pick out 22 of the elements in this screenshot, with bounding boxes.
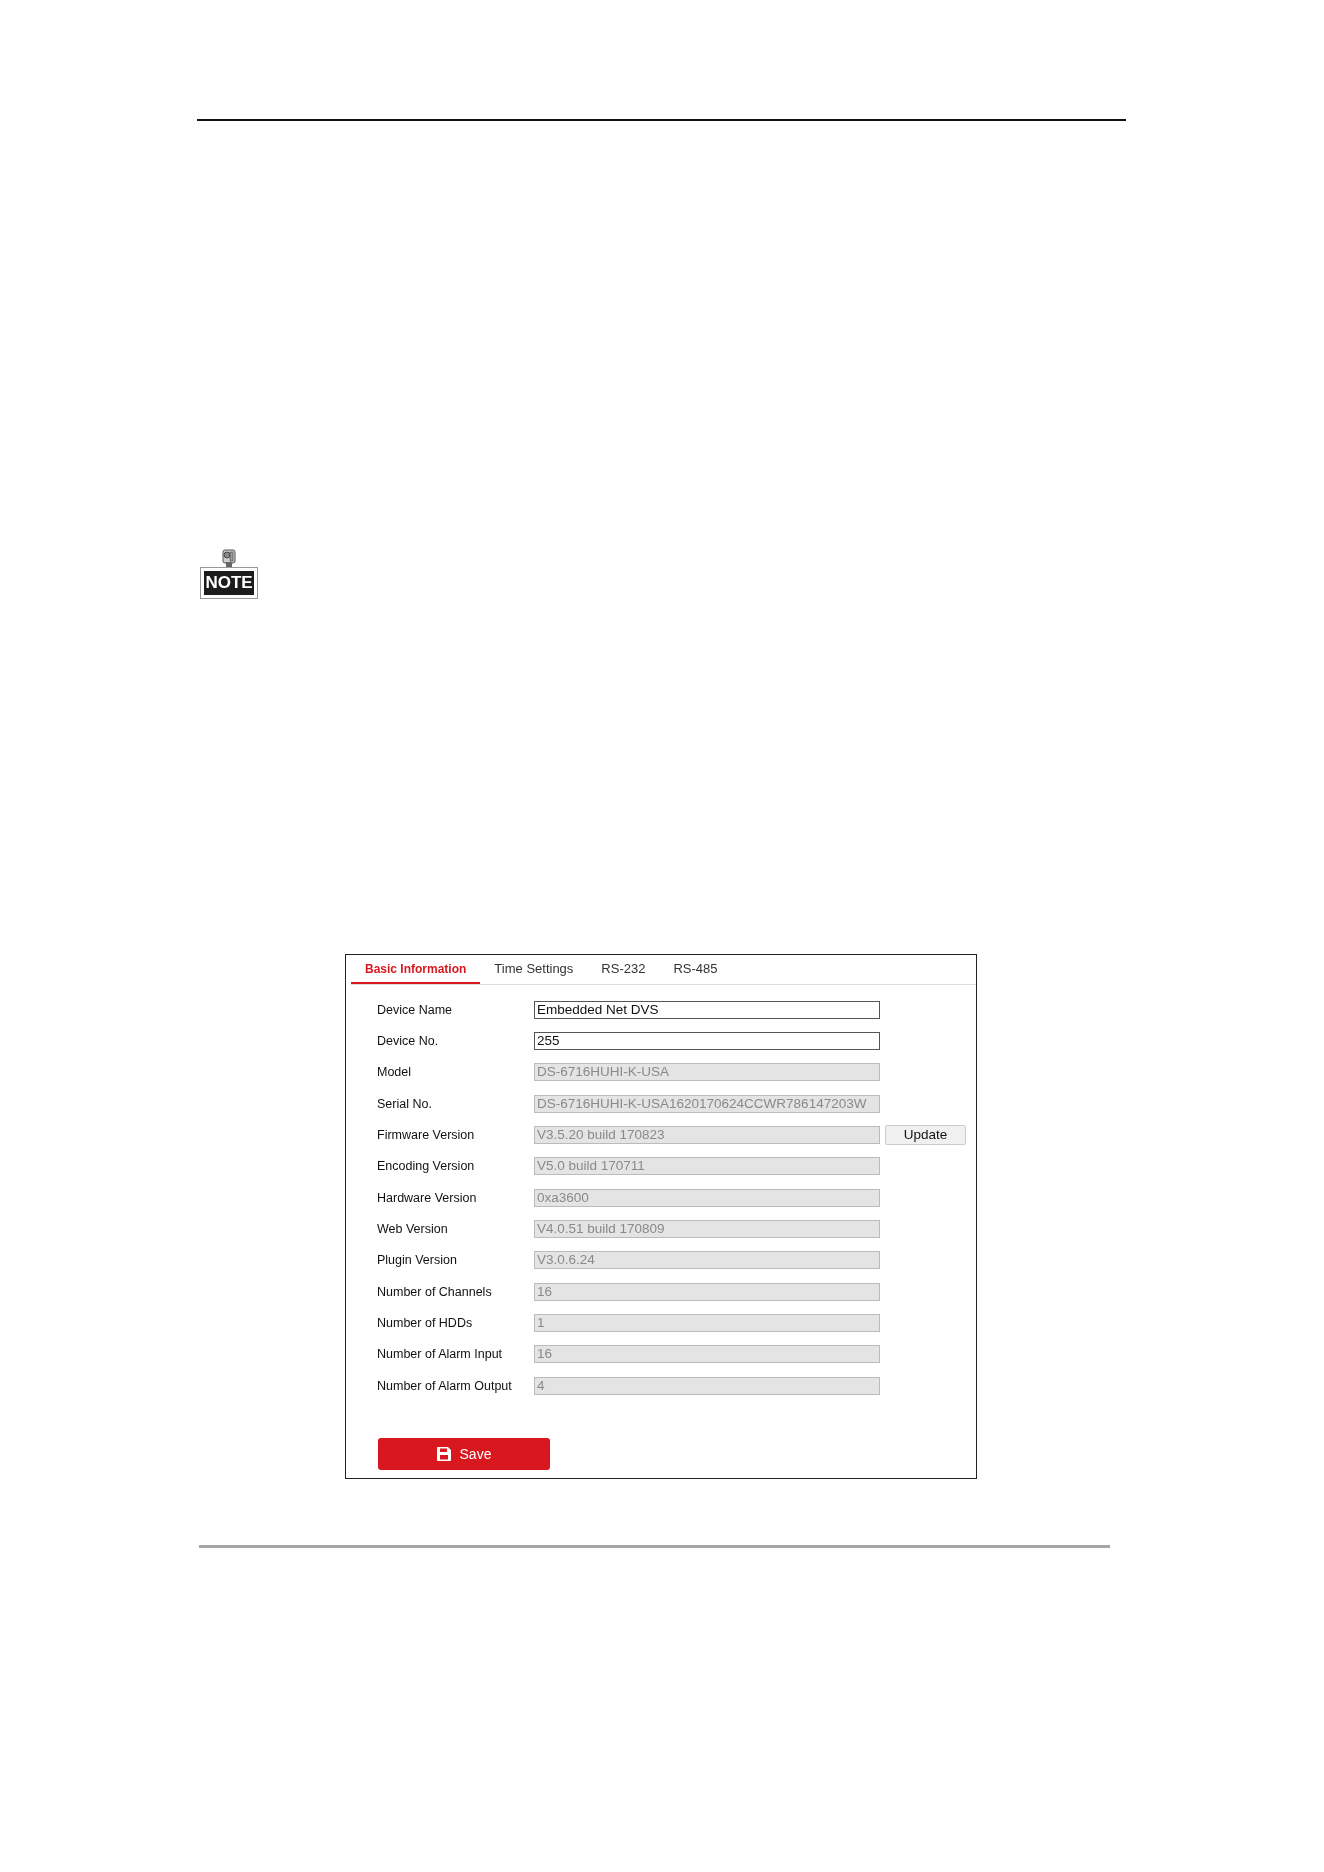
field-label: Number of Alarm Input [377,1347,504,1362]
field-label: Number of HDDs [377,1315,474,1330]
field-label: Number of Alarm Output [377,1378,513,1393]
text-field[interactable]: 255 [534,1032,880,1050]
field-label: Model [377,1065,413,1080]
tab[interactable]: RS-232 [587,955,660,984]
field-label: Serial No. [377,1096,433,1111]
tab[interactable]: Time Settings [480,955,588,984]
text-field[interactable]: Embedded Net DVS [534,1000,880,1019]
field-label: Plugin Version [377,1253,458,1268]
field-label: Firmware Version [377,1127,476,1142]
field-label: Encoding Version [377,1159,476,1174]
field-label: Web Version [377,1221,449,1236]
field-label: Device Name [377,1002,454,1017]
tab[interactable]: Basic Information [351,955,481,984]
save-button[interactable]: Save [378,1438,550,1471]
field-label: Hardware Version [377,1190,478,1205]
field-label: Number of Channels [377,1284,493,1299]
note-label: NOTE [200,567,258,599]
tab[interactable]: RS-485 [659,955,732,984]
field-label: Device No. [377,1034,440,1048]
clip-icon [219,549,239,567]
